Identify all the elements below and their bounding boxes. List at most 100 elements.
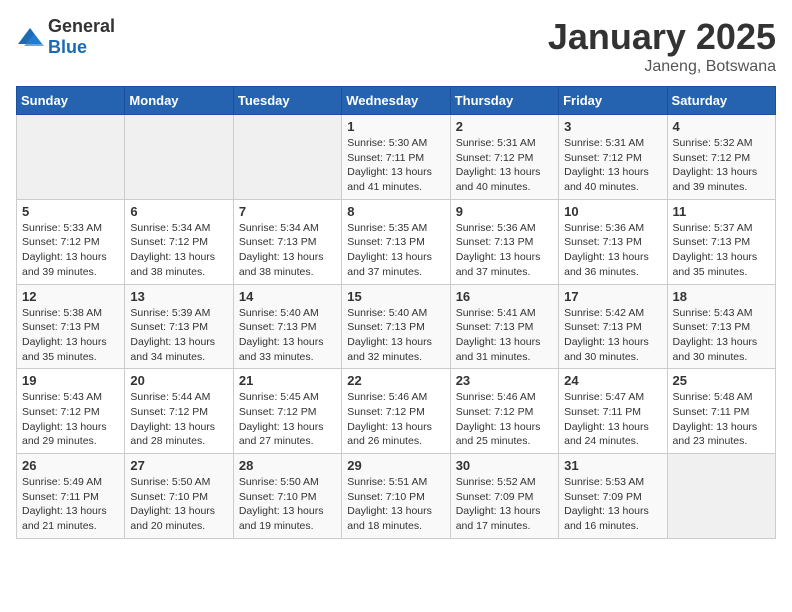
day-number: 28 (239, 458, 336, 473)
day-info: Sunrise: 5:44 AMSunset: 7:12 PMDaylight:… (130, 390, 227, 449)
day-info: Sunrise: 5:52 AMSunset: 7:09 PMDaylight:… (456, 475, 553, 534)
day-number: 29 (347, 458, 444, 473)
calendar-cell: 12 Sunrise: 5:38 AMSunset: 7:13 PMDayligh… (17, 284, 125, 369)
calendar-cell: 14 Sunrise: 5:40 AMSunset: 7:13 PMDayligh… (233, 284, 341, 369)
day-info: Sunrise: 5:39 AMSunset: 7:13 PMDaylight:… (130, 306, 227, 365)
day-number: 1 (347, 119, 444, 134)
calendar-cell: 9 Sunrise: 5:36 AMSunset: 7:13 PMDaylight… (450, 199, 558, 284)
calendar-cell: 5Sunrise: 5:33 AMSunset: 7:12 PMDaylight… (17, 199, 125, 284)
day-info: Sunrise: 5:50 AMSunset: 7:10 PMDaylight:… (239, 475, 336, 534)
calendar-cell: 8 Sunrise: 5:35 AMSunset: 7:13 PMDaylight… (342, 199, 450, 284)
day-info: Sunrise: 5:31 AMSunset: 7:12 PMDaylight:… (564, 136, 661, 195)
calendar-cell: 3 Sunrise: 5:31 AMSunset: 7:12 PMDaylight… (559, 115, 667, 200)
calendar-cell: 2 Sunrise: 5:31 AMSunset: 7:12 PMDaylight… (450, 115, 558, 200)
calendar-cell: 25 Sunrise: 5:48 AMSunset: 7:11 PMDayligh… (667, 369, 775, 454)
header-thursday: Thursday (450, 87, 558, 115)
header-friday: Friday (559, 87, 667, 115)
day-info: Sunrise: 5:40 AMSunset: 7:13 PMDaylight:… (239, 306, 336, 365)
logo-text-general: General (48, 16, 115, 36)
day-info: Sunrise: 5:49 AMSunset: 7:11 PMDaylight:… (22, 475, 119, 534)
day-number: 7 (239, 204, 336, 219)
header-monday: Monday (125, 87, 233, 115)
calendar-cell: 24 Sunrise: 5:47 AMSunset: 7:11 PMDayligh… (559, 369, 667, 454)
calendar-cell (17, 115, 125, 200)
day-number: 24 (564, 373, 661, 388)
day-info: Sunrise: 5:31 AMSunset: 7:12 PMDaylight:… (456, 136, 553, 195)
calendar-cell (233, 115, 341, 200)
day-number: 15 (347, 289, 444, 304)
calendar-cell (125, 115, 233, 200)
calendar-cell: 26 Sunrise: 5:49 AMSunset: 7:11 PMDayligh… (17, 454, 125, 539)
calendar-cell: 7 Sunrise: 5:34 AMSunset: 7:13 PMDaylight… (233, 199, 341, 284)
header-saturday: Saturday (667, 87, 775, 115)
header: General Blue January 2025 Janeng, Botswa… (16, 16, 776, 76)
day-number: 9 (456, 204, 553, 219)
day-info: Sunrise: 5:47 AMSunset: 7:11 PMDaylight:… (564, 390, 661, 449)
day-info: Sunrise: 5:37 AMSunset: 7:13 PMDaylight:… (673, 221, 770, 280)
day-number: 8 (347, 204, 444, 219)
header-sunday: Sunday (17, 87, 125, 115)
calendar-cell: 4 Sunrise: 5:32 AMSunset: 7:12 PMDaylight… (667, 115, 775, 200)
day-info: Sunrise: 5:35 AMSunset: 7:13 PMDaylight:… (347, 221, 444, 280)
calendar-cell: 30 Sunrise: 5:52 AMSunset: 7:09 PMDayligh… (450, 454, 558, 539)
day-info: Sunrise: 5:34 AMSunset: 7:12 PMDaylight:… (130, 221, 227, 280)
day-number: 22 (347, 373, 444, 388)
day-number: 5 (22, 204, 119, 219)
day-info: Sunrise: 5:42 AMSunset: 7:13 PMDaylight:… (564, 306, 661, 365)
day-info: Sunrise: 5:38 AMSunset: 7:13 PMDaylight:… (22, 306, 119, 365)
calendar-cell: 18 Sunrise: 5:43 AMSunset: 7:13 PMDayligh… (667, 284, 775, 369)
logo-icon (16, 26, 44, 48)
day-number: 20 (130, 373, 227, 388)
day-number: 16 (456, 289, 553, 304)
title-area: January 2025 Janeng, Botswana (548, 16, 776, 76)
day-number: 27 (130, 458, 227, 473)
day-info: Sunrise: 5:34 AMSunset: 7:13 PMDaylight:… (239, 221, 336, 280)
day-number: 4 (673, 119, 770, 134)
day-number: 2 (456, 119, 553, 134)
day-number: 23 (456, 373, 553, 388)
day-info: Sunrise: 5:46 AMSunset: 7:12 PMDaylight:… (456, 390, 553, 449)
day-number: 17 (564, 289, 661, 304)
calendar-cell: 29 Sunrise: 5:51 AMSunset: 7:10 PMDayligh… (342, 454, 450, 539)
day-info: Sunrise: 5:50 AMSunset: 7:10 PMDaylight:… (130, 475, 227, 534)
day-number: 12 (22, 289, 119, 304)
day-number: 18 (673, 289, 770, 304)
calendar-cell: 13Sunrise: 5:39 AMSunset: 7:13 PMDayligh… (125, 284, 233, 369)
day-number: 26 (22, 458, 119, 473)
calendar-cell: 20 Sunrise: 5:44 AMSunset: 7:12 PMDayligh… (125, 369, 233, 454)
calendar-cell: 17 Sunrise: 5:42 AMSunset: 7:13 PMDayligh… (559, 284, 667, 369)
day-info: Sunrise: 5:43 AMSunset: 7:13 PMDaylight:… (673, 306, 770, 365)
calendar-table: SundayMondayTuesdayWednesdayThursdayFrid… (16, 86, 776, 539)
header-tuesday: Tuesday (233, 87, 341, 115)
day-number: 19 (22, 373, 119, 388)
header-wednesday: Wednesday (342, 87, 450, 115)
day-number: 25 (673, 373, 770, 388)
day-number: 30 (456, 458, 553, 473)
day-info: Sunrise: 5:40 AMSunset: 7:13 PMDaylight:… (347, 306, 444, 365)
calendar-cell: 1 Sunrise: 5:30 AMSunset: 7:11 PMDaylight… (342, 115, 450, 200)
day-info: Sunrise: 5:32 AMSunset: 7:12 PMDaylight:… (673, 136, 770, 195)
calendar-cell: 23 Sunrise: 5:46 AMSunset: 7:12 PMDayligh… (450, 369, 558, 454)
day-number: 10 (564, 204, 661, 219)
calendar-cell: 6Sunrise: 5:34 AMSunset: 7:12 PMDaylight… (125, 199, 233, 284)
calendar-cell: 15 Sunrise: 5:40 AMSunset: 7:13 PMDayligh… (342, 284, 450, 369)
day-info: Sunrise: 5:36 AMSunset: 7:13 PMDaylight:… (456, 221, 553, 280)
calendar-cell: 27 Sunrise: 5:50 AMSunset: 7:10 PMDayligh… (125, 454, 233, 539)
day-info: Sunrise: 5:45 AMSunset: 7:12 PMDaylight:… (239, 390, 336, 449)
day-number: 3 (564, 119, 661, 134)
calendar-cell: 31 Sunrise: 5:53 AMSunset: 7:09 PMDayligh… (559, 454, 667, 539)
day-number: 31 (564, 458, 661, 473)
logo-text-blue: Blue (48, 37, 87, 57)
day-info: Sunrise: 5:30 AMSunset: 7:11 PMDaylight:… (347, 136, 444, 195)
day-info: Sunrise: 5:53 AMSunset: 7:09 PMDaylight:… (564, 475, 661, 534)
day-number: 11 (673, 204, 770, 219)
day-number: 21 (239, 373, 336, 388)
day-info: Sunrise: 5:51 AMSunset: 7:10 PMDaylight:… (347, 475, 444, 534)
calendar-cell (667, 454, 775, 539)
calendar-subtitle: Janeng, Botswana (548, 58, 776, 76)
day-number: 14 (239, 289, 336, 304)
calendar-title: January 2025 (548, 16, 776, 58)
day-info: Sunrise: 5:48 AMSunset: 7:11 PMDaylight:… (673, 390, 770, 449)
calendar-cell: 21 Sunrise: 5:45 AMSunset: 7:12 PMDayligh… (233, 369, 341, 454)
calendar-cell: 10Sunrise: 5:36 AMSunset: 7:13 PMDayligh… (559, 199, 667, 284)
